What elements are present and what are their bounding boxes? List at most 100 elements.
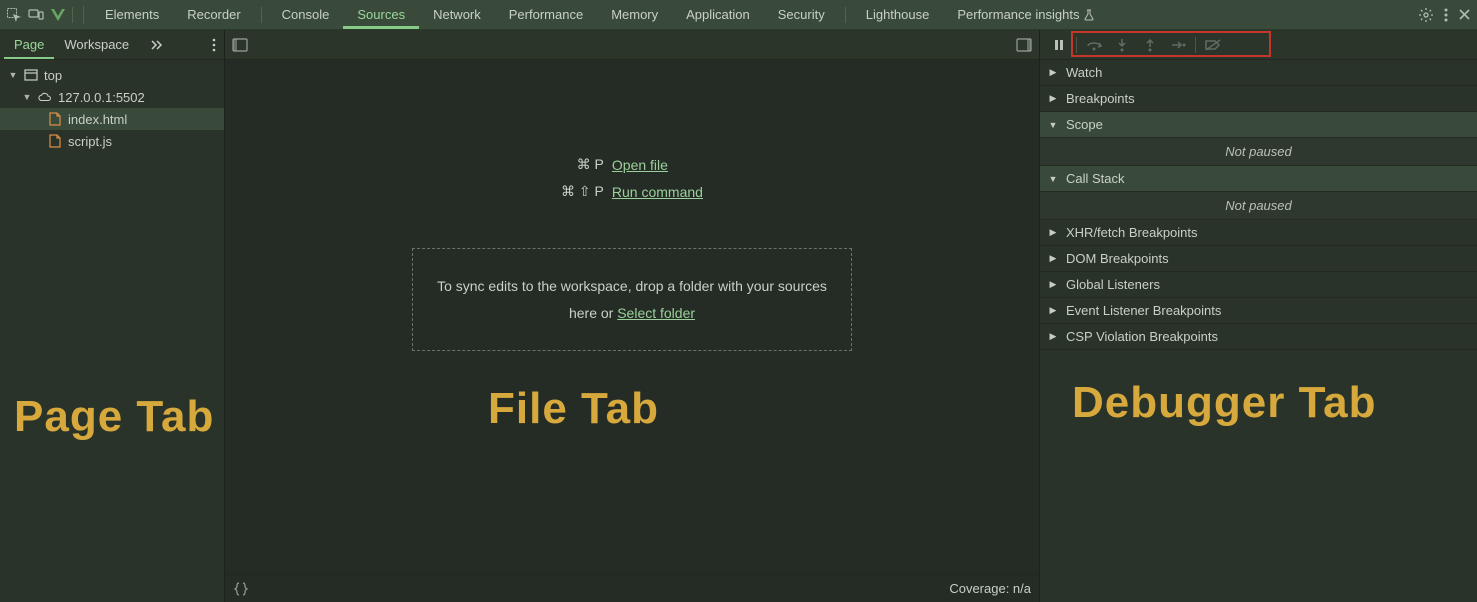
section-breakpoints-label: Breakpoints xyxy=(1066,91,1135,106)
section-watch-label: Watch xyxy=(1066,65,1102,80)
section-xhr[interactable]: ▶ XHR/fetch Breakpoints xyxy=(1040,220,1477,246)
step-button[interactable] xyxy=(1165,34,1191,56)
js-file-icon xyxy=(48,134,62,148)
tab-security[interactable]: Security xyxy=(764,0,839,29)
section-dom-label: DOM Breakpoints xyxy=(1066,251,1169,266)
disclosure-triangle-icon: ▼ xyxy=(22,92,32,102)
disclosure-triangle-icon: ▼ xyxy=(1048,120,1058,130)
tab-elements[interactable]: Elements xyxy=(91,0,173,29)
toggle-debugger-icon[interactable] xyxy=(1015,36,1033,54)
open-file-link[interactable]: Open file xyxy=(612,157,668,173)
section-scope-label: Scope xyxy=(1066,117,1103,132)
tree-node-file-index[interactable]: index.html xyxy=(0,108,224,130)
flask-icon xyxy=(1083,9,1095,21)
tree-node-top-label: top xyxy=(44,68,62,83)
tree-node-file-script-label: script.js xyxy=(68,134,112,149)
disclosure-triangle-icon: ▶ xyxy=(1048,253,1058,264)
run-command-link[interactable]: Run command xyxy=(612,184,703,200)
disclosure-triangle-icon: ▶ xyxy=(1048,93,1058,104)
workspace-dropzone[interactable]: To sync edits to the workspace, drop a f… xyxy=(412,248,852,351)
disclosure-triangle-icon: ▼ xyxy=(8,70,18,80)
deactivate-breakpoints-button[interactable] xyxy=(1200,34,1226,56)
section-breakpoints[interactable]: ▶ Breakpoints xyxy=(1040,86,1477,112)
disclosure-triangle-icon: ▶ xyxy=(1048,227,1058,238)
navigator-panel: Page Workspace ▼ top ▼ xyxy=(0,30,225,602)
inspect-icon[interactable] xyxy=(6,7,22,23)
scope-not-paused: Not paused xyxy=(1040,138,1477,166)
tab-memory[interactable]: Memory xyxy=(597,0,672,29)
section-watch[interactable]: ▶ Watch xyxy=(1040,60,1477,86)
vue-or-extension-icon[interactable] xyxy=(50,7,66,23)
tree-node-file-index-label: index.html xyxy=(68,112,127,127)
tab-application[interactable]: Application xyxy=(672,0,764,29)
subtab-workspace[interactable]: Workspace xyxy=(54,30,139,59)
toolbar-divider xyxy=(1076,37,1077,53)
disclosure-triangle-icon: ▶ xyxy=(1048,279,1058,290)
page-tree: ▼ top ▼ 127.0.0.1:5502 index.html xyxy=(0,60,224,602)
step-out-button[interactable] xyxy=(1137,34,1163,56)
cloud-icon xyxy=(38,90,52,104)
toolbar-divider xyxy=(261,7,262,23)
toolbar-divider xyxy=(1195,37,1196,53)
quick-open-hint: ⌘ P Open file ⌘ ⇧ P Run command xyxy=(553,146,711,210)
pause-resume-button[interactable] xyxy=(1046,34,1072,56)
toolbar-divider xyxy=(845,7,846,23)
disclosure-triangle-icon: ▼ xyxy=(1048,174,1058,184)
editor-footer: Coverage: n/a xyxy=(225,574,1039,602)
section-event[interactable]: ▶ Event Listener Breakpoints xyxy=(1040,298,1477,324)
devtools-main-toolbar: Elements Recorder Console Sources Networ… xyxy=(0,0,1477,30)
tree-node-origin-label: 127.0.0.1:5502 xyxy=(58,90,145,105)
tab-perf-insights-label: Performance insights xyxy=(957,7,1079,22)
section-scope[interactable]: ▼ Scope xyxy=(1040,112,1477,138)
section-event-label: Event Listener Breakpoints xyxy=(1066,303,1221,318)
close-devtools-icon[interactable] xyxy=(1458,8,1471,21)
html-file-icon xyxy=(48,112,62,126)
kebab-menu-icon[interactable] xyxy=(1444,8,1448,22)
tab-performance[interactable]: Performance xyxy=(495,0,597,29)
section-callstack[interactable]: ▼ Call Stack xyxy=(1040,166,1477,192)
run-cmd-shortcut: ⌘ ⇧ P xyxy=(561,183,604,200)
navigator-kebab-icon[interactable] xyxy=(208,38,220,52)
debugger-panel: ▶ Watch ▶ Breakpoints ▼ Scope Not paused… xyxy=(1039,30,1477,602)
pretty-print-icon[interactable] xyxy=(233,581,249,597)
open-file-shortcut: ⌘ P xyxy=(561,156,604,173)
tab-recorder[interactable]: Recorder xyxy=(173,0,254,29)
select-folder-link[interactable]: Select folder xyxy=(617,305,695,321)
subtab-more[interactable] xyxy=(139,30,173,59)
tab-perf-insights[interactable]: Performance insights xyxy=(943,0,1109,29)
section-callstack-label: Call Stack xyxy=(1066,171,1125,186)
tab-console[interactable]: Console xyxy=(268,0,344,29)
tree-node-top[interactable]: ▼ top xyxy=(0,64,224,86)
device-toggle-icon[interactable] xyxy=(28,7,44,23)
tab-sources[interactable]: Sources xyxy=(343,0,419,29)
frame-icon xyxy=(24,68,38,82)
settings-gear-icon[interactable] xyxy=(1418,7,1434,23)
section-dom[interactable]: ▶ DOM Breakpoints xyxy=(1040,246,1477,272)
tree-node-file-script[interactable]: script.js xyxy=(0,130,224,152)
callstack-not-paused: Not paused xyxy=(1040,192,1477,220)
sources-main-layout: Page Workspace ▼ top ▼ xyxy=(0,30,1477,602)
tree-node-origin[interactable]: ▼ 127.0.0.1:5502 xyxy=(0,86,224,108)
navigator-sub-tabs: Page Workspace xyxy=(0,30,224,60)
section-global-label: Global Listeners xyxy=(1066,277,1160,292)
toggle-navigator-icon[interactable] xyxy=(231,36,249,54)
tab-network[interactable]: Network xyxy=(419,0,495,29)
step-over-button[interactable] xyxy=(1081,34,1107,56)
toolbar-divider xyxy=(83,6,84,24)
toolbar-left-icons xyxy=(6,7,73,23)
section-global[interactable]: ▶ Global Listeners xyxy=(1040,272,1477,298)
coverage-status: Coverage: n/a xyxy=(949,581,1031,596)
editor-panel: ⌘ P Open file ⌘ ⇧ P Run command To sync … xyxy=(225,30,1039,602)
step-into-button[interactable] xyxy=(1109,34,1135,56)
chevron-double-right-icon xyxy=(149,38,163,52)
toolbar-right-icons xyxy=(1418,7,1471,23)
tab-lighthouse[interactable]: Lighthouse xyxy=(852,0,944,29)
section-csp-label: CSP Violation Breakpoints xyxy=(1066,329,1218,344)
editor-toolbar xyxy=(225,30,1039,60)
subtab-page[interactable]: Page xyxy=(4,30,54,59)
editor-placeholder-area: ⌘ P Open file ⌘ ⇧ P Run command To sync … xyxy=(225,60,1039,574)
disclosure-triangle-icon: ▶ xyxy=(1048,331,1058,342)
section-csp[interactable]: ▶ CSP Violation Breakpoints xyxy=(1040,324,1477,350)
disclosure-triangle-icon: ▶ xyxy=(1048,305,1058,316)
disclosure-triangle-icon: ▶ xyxy=(1048,67,1058,78)
